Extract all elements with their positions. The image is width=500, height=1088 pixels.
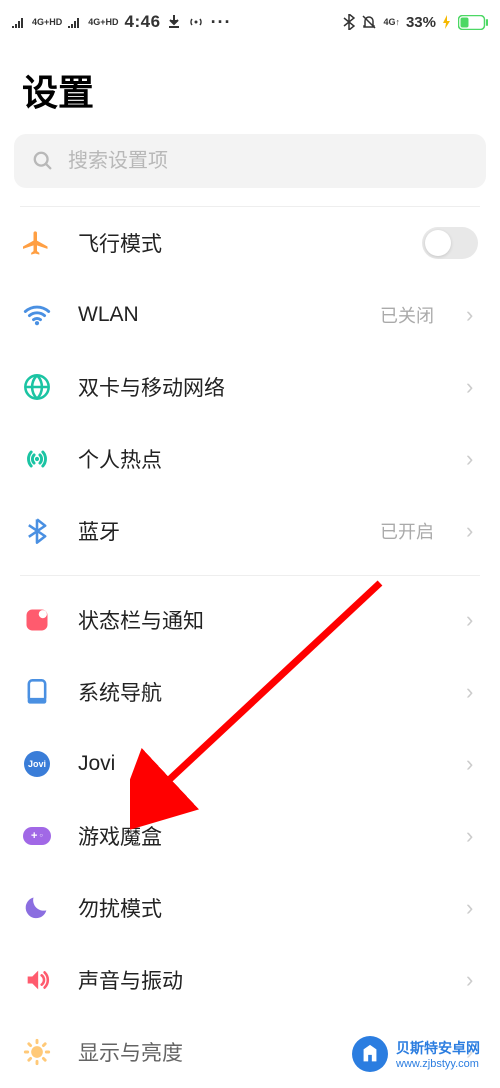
hotspot-icon — [22, 445, 52, 473]
jovi-label: Jovi — [78, 752, 440, 776]
bluetooth-value: 已开启 — [380, 518, 434, 544]
chevron-icon: › — [466, 679, 478, 705]
moon-icon — [22, 894, 52, 922]
hotspot-label: 个人热点 — [78, 444, 440, 474]
watermark-title: 贝斯特安卓网 — [396, 1038, 480, 1058]
statusnotif-label: 状态栏与通知 — [78, 605, 440, 635]
page-title: 设置 — [0, 44, 500, 134]
signal-label-2: 4G+HD — [88, 18, 118, 27]
watermark-url: www.zjbstyy.com — [396, 1058, 480, 1070]
download-icon — [167, 15, 181, 29]
bluetooth-status-icon — [343, 14, 355, 30]
battery-icon — [458, 15, 488, 30]
chevron-icon: › — [466, 967, 478, 993]
airplane-icon — [22, 229, 52, 257]
row-bluetooth[interactable]: 蓝牙 已开启 › — [14, 495, 486, 567]
sound-icon — [22, 966, 52, 994]
wlan-label: WLAN — [78, 303, 354, 327]
status-right: 4G↑ 33% — [343, 14, 488, 31]
gamebox-label: 游戏魔盒 — [78, 821, 440, 851]
row-wlan[interactable]: WLAN 已关闭 › — [14, 279, 486, 351]
search-box[interactable] — [14, 134, 486, 188]
status-bar: 4G+HD 4G+HD 4:46 ··· 4G↑ 33% — [0, 0, 500, 44]
globe-icon — [22, 373, 52, 401]
chevron-icon: › — [466, 446, 478, 472]
chevron-icon: › — [466, 751, 478, 777]
airplane-label: 飞行模式 — [78, 228, 396, 258]
sysnav-label: 系统导航 — [78, 677, 440, 707]
chevron-icon: › — [466, 607, 478, 633]
alarm-off-icon — [361, 14, 377, 30]
gamebox-icon: +○ — [22, 827, 52, 845]
chevron-icon: › — [466, 374, 478, 400]
charging-icon — [442, 15, 452, 29]
search-input[interactable] — [68, 150, 468, 173]
jovi-icon: Jovi — [22, 751, 52, 777]
battery-percent: 33% — [406, 14, 436, 31]
chevron-icon: › — [466, 823, 478, 849]
brightness-icon — [22, 1038, 52, 1066]
wifi-icon — [22, 301, 52, 329]
row-system-navigation[interactable]: 系统导航 › — [14, 656, 486, 728]
bluetooth-label: 蓝牙 — [78, 516, 354, 546]
dnd-label: 勿扰模式 — [78, 893, 440, 923]
wlan-value: 已关闭 — [380, 302, 434, 328]
chevron-icon: › — [466, 895, 478, 921]
search-icon — [32, 150, 54, 172]
navigation-icon — [22, 678, 52, 706]
sound-label: 声音与振动 — [78, 965, 440, 995]
row-sim-network[interactable]: 双卡与移动网络 › — [14, 351, 486, 423]
watermark: 贝斯特安卓网 www.zjbstyy.com — [352, 1036, 480, 1072]
signal-label-1: 4G+HD — [32, 18, 62, 27]
row-gamebox[interactable]: +○ 游戏魔盒 › — [14, 800, 486, 872]
more-icon: ··· — [211, 12, 232, 33]
notification-icon — [22, 606, 52, 634]
hotspot-status-icon — [187, 16, 205, 28]
watermark-logo-icon — [352, 1036, 388, 1072]
row-dnd[interactable]: 勿扰模式 › — [14, 872, 486, 944]
row-hotspot[interactable]: 个人热点 › — [14, 423, 486, 495]
row-status-notifications[interactable]: 状态栏与通知 › — [14, 584, 486, 656]
sim-label: 双卡与移动网络 — [78, 372, 440, 402]
chevron-icon: › — [466, 302, 478, 328]
net-indicator: 4G↑ — [383, 18, 400, 27]
airplane-toggle[interactable] — [422, 227, 478, 259]
row-jovi[interactable]: Jovi Jovi › — [14, 728, 486, 800]
status-time: 4:46 — [125, 12, 161, 32]
status-left: 4G+HD 4G+HD 4:46 ··· — [12, 12, 232, 33]
bluetooth-icon — [22, 517, 52, 545]
signal-icon-2 — [68, 16, 82, 28]
chevron-icon: › — [466, 518, 478, 544]
row-airplane-mode[interactable]: 飞行模式 — [14, 207, 486, 279]
row-sound-vibration[interactable]: 声音与振动 › — [14, 944, 486, 1016]
signal-icon-1 — [12, 16, 26, 28]
